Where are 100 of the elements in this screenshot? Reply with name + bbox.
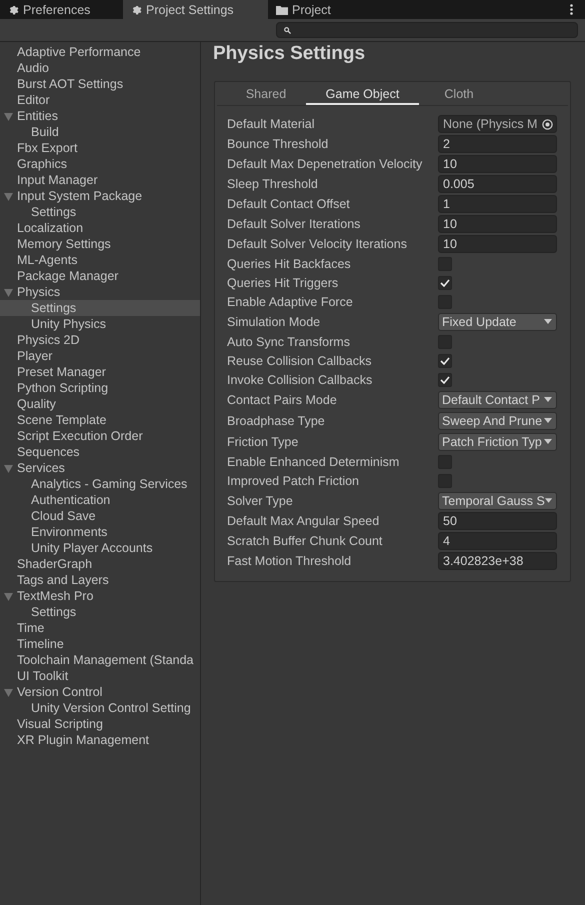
number-field[interactable]: 0.005 — [438, 175, 557, 193]
dropdown[interactable]: Temporal Gauss S — [438, 492, 557, 510]
sidebar-item[interactable]: Python Scripting — [0, 380, 200, 396]
sidebar-item[interactable]: Fbx Export — [0, 140, 200, 156]
caret-icon — [544, 418, 552, 423]
number-field[interactable]: 4 — [438, 532, 557, 550]
settings-tab[interactable]: Cloth — [419, 84, 499, 105]
dropdown[interactable]: Default Contact P — [438, 390, 557, 408]
setting-label: Enable Enhanced Determinism — [227, 454, 400, 468]
sidebar-item[interactable]: Authentication — [0, 492, 200, 508]
expand-arrow-icon[interactable] — [4, 465, 13, 473]
setting-label: Default Solver Iterations — [227, 217, 362, 231]
setting-label: Sleep Threshold — [227, 177, 319, 191]
sidebar-item[interactable]: Adaptive Performance — [0, 44, 200, 60]
sidebar-item[interactable]: Preset Manager — [0, 364, 200, 380]
sidebar-item[interactable]: Toolchain Management (Standa — [0, 652, 200, 668]
setting-label: Default Max Depenetration Velocity — [227, 157, 424, 171]
sidebar-item[interactable]: Services — [0, 460, 200, 476]
expand-arrow-icon[interactable] — [4, 113, 13, 121]
sidebar-item[interactable]: Memory Settings — [0, 236, 200, 252]
number-field[interactable]: 2 — [438, 135, 557, 153]
sidebar-item[interactable]: Package Manager — [0, 268, 200, 284]
checkbox[interactable] — [438, 372, 452, 386]
object-field[interactable]: None (Physics M — [438, 115, 557, 133]
number-field[interactable]: 10 — [438, 155, 557, 173]
sidebar-item[interactable]: TextMesh Pro — [0, 588, 200, 604]
expand-arrow-icon[interactable] — [4, 689, 13, 697]
sidebar-item[interactable]: Tags and Layers — [0, 572, 200, 588]
sidebar-item[interactable]: Visual Scripting — [0, 716, 200, 732]
sidebar-item[interactable]: Time — [0, 620, 200, 636]
sidebar-item[interactable]: Graphics — [0, 156, 200, 172]
expand-arrow-icon[interactable] — [4, 193, 13, 201]
sidebar-item[interactable]: Script Execution Order — [0, 428, 200, 444]
sidebar-item[interactable]: Sequences — [0, 444, 200, 460]
folder-icon — [276, 4, 288, 14]
setting-label: Bounce Threshold — [227, 137, 330, 151]
number-field[interactable]: 50 — [438, 512, 557, 530]
setting-label: Queries Hit Triggers — [227, 276, 340, 290]
dropdown[interactable]: Fixed Update — [438, 312, 557, 330]
sidebar-item[interactable]: Settings — [0, 204, 200, 220]
number-field[interactable]: 10 — [438, 215, 557, 233]
number-field[interactable]: 1 — [438, 195, 557, 213]
setting-label: Fast Motion Threshold — [227, 554, 352, 568]
more-menu-icon[interactable] — [570, 4, 573, 15]
setting-label: Auto Sync Transforms — [227, 334, 351, 348]
setting-label: Scratch Buffer Chunk Count — [227, 534, 384, 548]
window-tab[interactable]: Project Settings — [123, 0, 268, 19]
sidebar-item[interactable]: XR Plugin Management — [0, 732, 200, 748]
setting-label: Queries Hit Backfaces — [227, 256, 352, 270]
sidebar-item[interactable]: Physics — [0, 284, 200, 300]
target-icon[interactable] — [542, 118, 553, 130]
number-field[interactable]: 10 — [438, 235, 557, 253]
sidebar-item[interactable]: Entities — [0, 108, 200, 124]
setting-label: Reuse Collision Callbacks — [227, 354, 373, 368]
setting-label: Simulation Mode — [227, 314, 322, 328]
checkbox[interactable] — [438, 354, 452, 368]
setting-label: Broadphase Type — [227, 414, 326, 428]
sidebar-item[interactable]: Settings — [0, 300, 200, 316]
caret-icon — [544, 397, 552, 402]
sidebar-item[interactable]: Physics 2D — [0, 332, 200, 348]
sidebar-item[interactable]: Scene Template — [0, 412, 200, 428]
sidebar-item[interactable]: Unity Player Accounts — [0, 540, 200, 556]
dropdown[interactable]: Patch Friction Typ — [438, 432, 557, 450]
sidebar-item[interactable]: UI Toolkit — [0, 668, 200, 684]
setting-label: Solver Type — [227, 494, 294, 508]
setting-label: Contact Pairs Mode — [227, 392, 338, 406]
sidebar-item[interactable]: Version Control — [0, 684, 200, 700]
gear-icon — [8, 4, 19, 15]
sidebar-item[interactable]: Player — [0, 348, 200, 364]
sidebar-item[interactable]: Localization — [0, 220, 200, 236]
sidebar-item[interactable]: Build — [0, 124, 200, 140]
sidebar-item[interactable]: Editor — [0, 92, 200, 108]
caret-icon — [544, 319, 552, 324]
caret-icon — [544, 439, 552, 444]
sidebar-item[interactable]: Quality — [0, 396, 200, 412]
checkbox[interactable] — [438, 276, 452, 290]
sidebar-item[interactable]: Unity Version Control Setting — [0, 700, 200, 716]
expand-arrow-icon[interactable] — [4, 593, 13, 601]
settings-tab[interactable]: Game Object — [306, 84, 419, 105]
sidebar-item[interactable]: Timeline — [0, 636, 200, 652]
setting-label: Friction Type — [227, 434, 300, 448]
sidebar-item[interactable]: Settings — [0, 604, 200, 620]
dropdown[interactable]: Sweep And Prune — [438, 412, 557, 430]
sidebar-item[interactable]: Audio — [0, 60, 200, 76]
sidebar-item[interactable]: Environments — [0, 524, 200, 540]
caret-icon — [544, 498, 552, 503]
expand-arrow-icon[interactable] — [4, 289, 13, 297]
sidebar-item[interactable]: Input Manager — [0, 172, 200, 188]
sidebar-item[interactable]: Input System Package — [0, 188, 200, 204]
settings-tab[interactable]: Shared — [226, 84, 306, 105]
sidebar-item[interactable]: Cloud Save — [0, 508, 200, 524]
sidebar-item[interactable]: Burst AOT Settings — [0, 76, 200, 92]
sidebar-item[interactable]: ML-Agents — [0, 252, 200, 268]
sidebar-item[interactable]: Analytics - Gaming Services — [0, 476, 200, 492]
number-field[interactable]: 3.402823e+38 — [438, 552, 557, 570]
setting-label: Default Max Angular Speed — [227, 514, 380, 528]
sidebar-item[interactable]: Unity Physics — [0, 316, 200, 332]
search-field[interactable] — [276, 22, 578, 38]
sidebar-item[interactable]: ShaderGraph — [0, 556, 200, 572]
search-icon — [284, 26, 291, 34]
